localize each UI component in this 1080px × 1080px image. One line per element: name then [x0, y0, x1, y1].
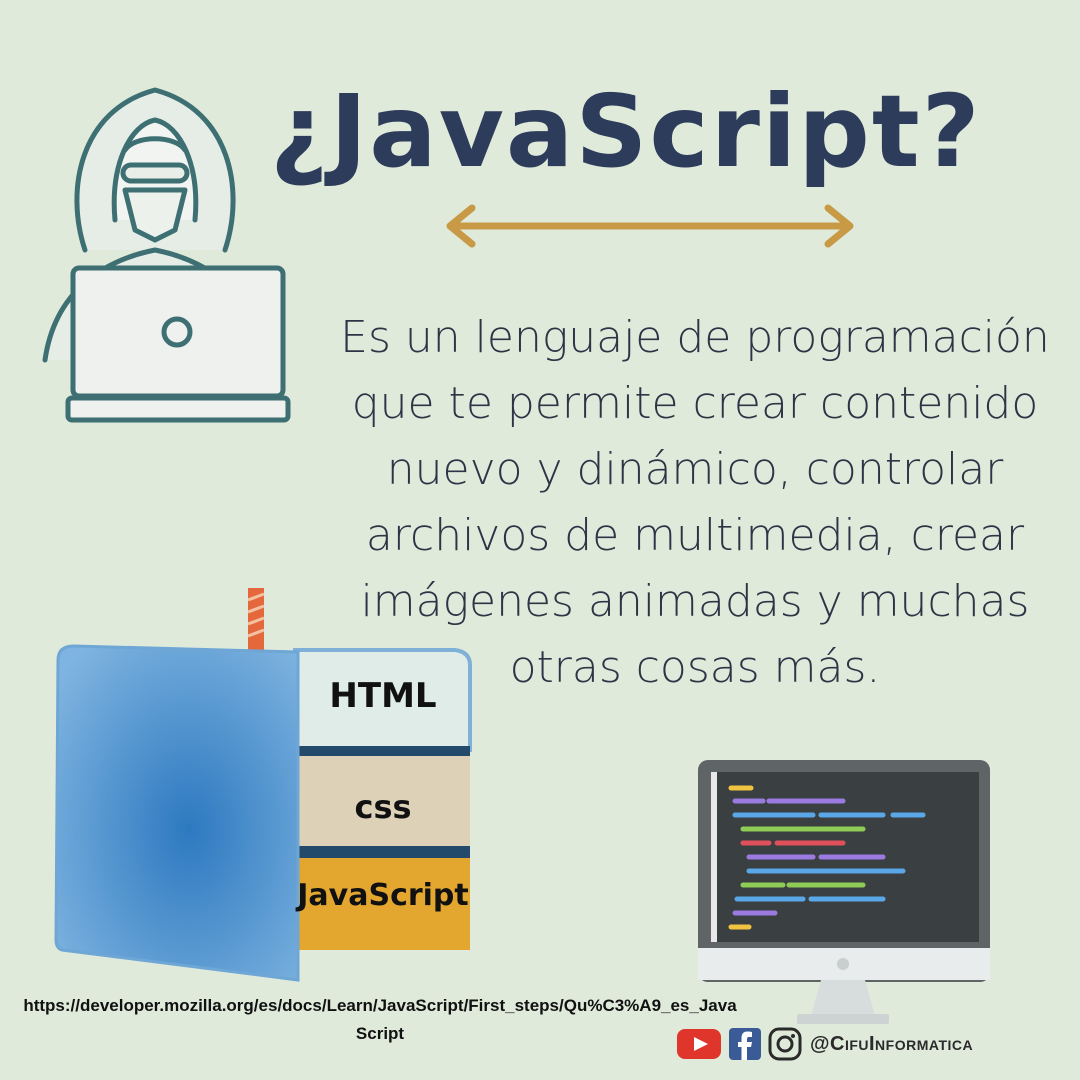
double-arrow-icon — [446, 204, 854, 248]
source-url[interactable]: https://developer.mozilla.org/es/docs/Le… — [20, 992, 740, 1048]
web-stack-cake-illustration — [54, 588, 472, 982]
code-monitor-illustration — [698, 760, 990, 1024]
youtube-icon[interactable] — [676, 1028, 722, 1060]
facebook-icon[interactable] — [728, 1027, 762, 1061]
css-layer-label: css — [354, 788, 412, 826]
html-layer-label: HTML — [329, 676, 437, 716]
hacker-illustration — [42, 87, 291, 423]
social-handle[interactable]: @CifuInformatica — [810, 1033, 973, 1056]
social-bar: @CifuInformatica — [676, 1025, 973, 1063]
instagram-icon[interactable] — [768, 1027, 802, 1061]
page-title: ¿JavaScript? — [270, 73, 982, 190]
javascript-layer-label: JavaScript — [297, 878, 469, 913]
